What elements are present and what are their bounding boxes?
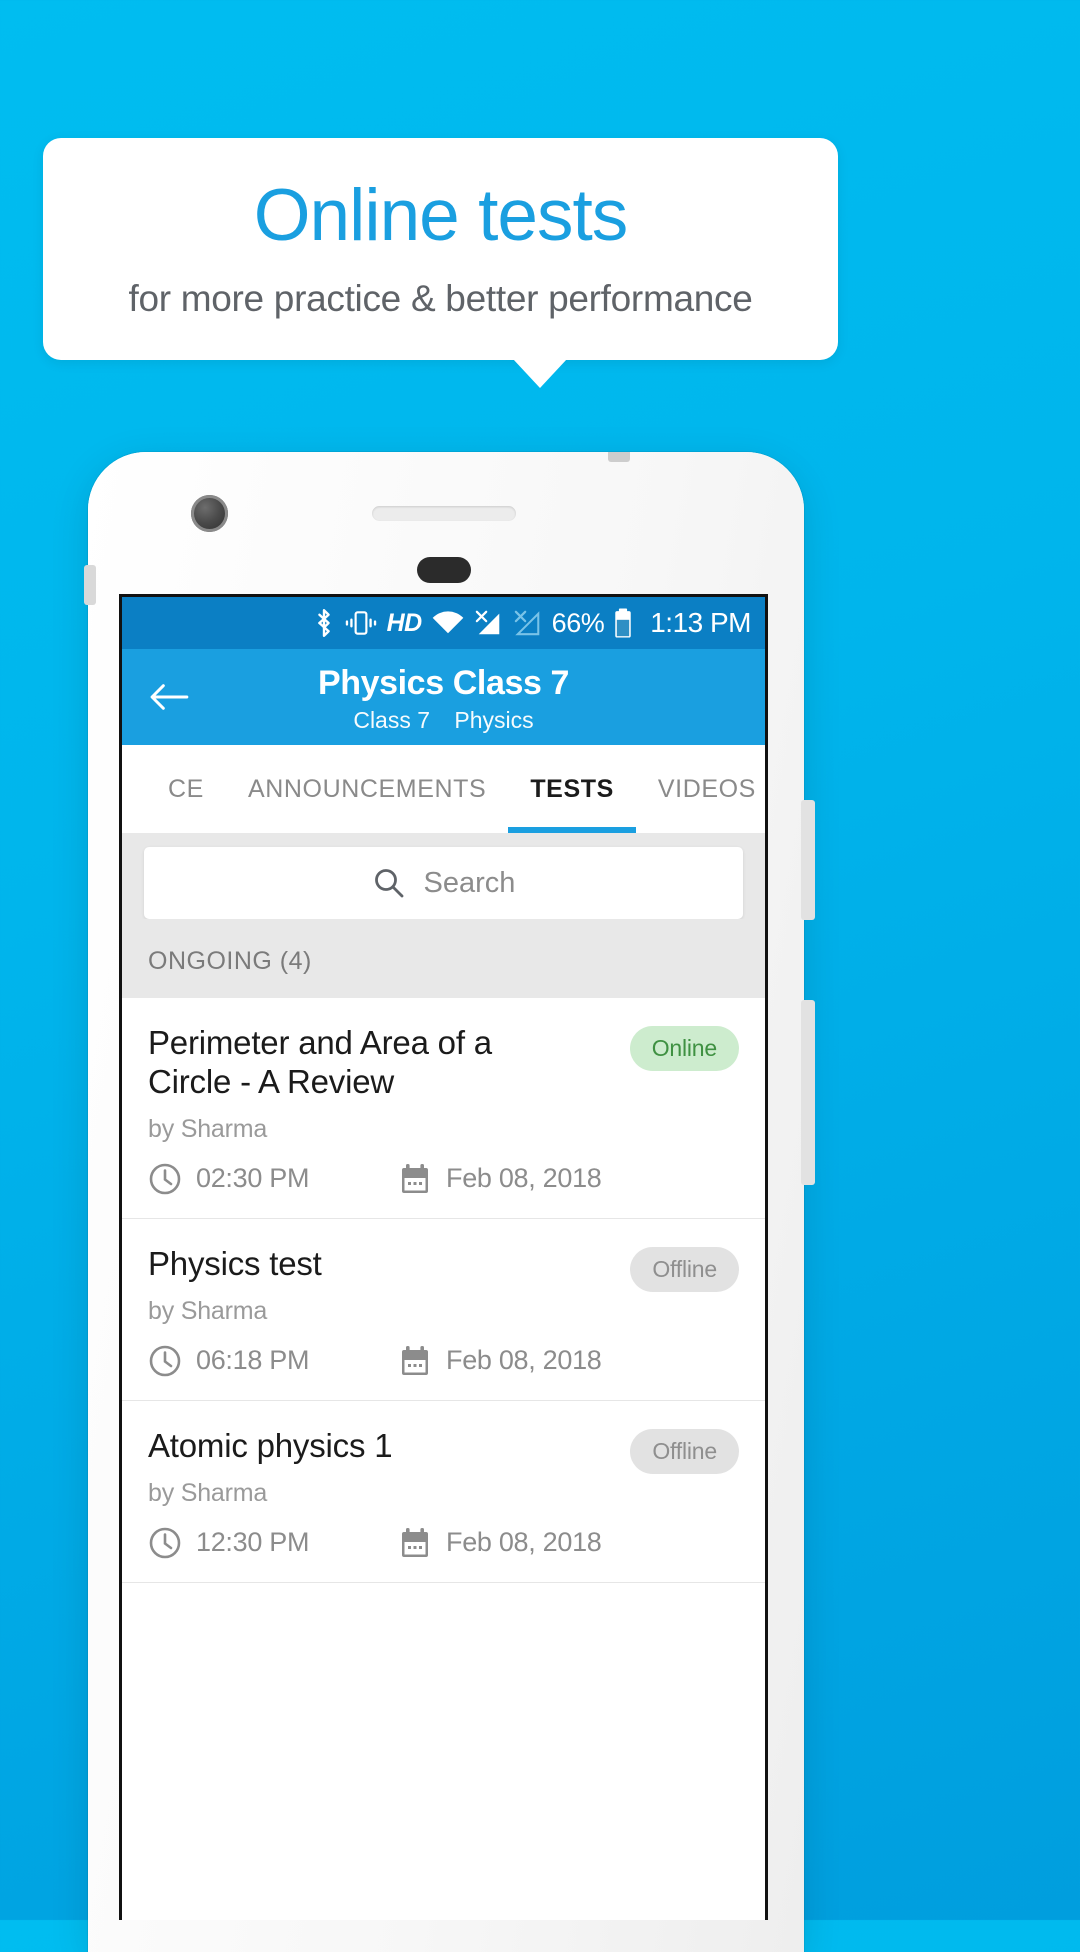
battery-icon	[613, 607, 633, 639]
tests-list: Perimeter and Area of a Circle - A Revie…	[122, 998, 765, 1583]
tab-tests[interactable]: TESTS	[508, 745, 636, 833]
test-title: Perimeter and Area of a Circle - A Revie…	[148, 1024, 492, 1100]
clock-icon	[148, 1162, 182, 1196]
promo-callout: Online tests for more practice & better …	[43, 138, 838, 360]
search-section: Search ONGOING (4)	[122, 833, 765, 998]
test-time-label: 12:30 PM	[196, 1527, 310, 1558]
breadcrumb: Class 7 Physics	[122, 707, 765, 734]
test-date: Feb 08, 2018	[398, 1344, 602, 1378]
phone-antenna-notch	[608, 452, 630, 462]
test-date: Feb 08, 2018	[398, 1526, 602, 1560]
phone-power-button[interactable]	[801, 800, 815, 920]
status-bar: HD 66% 1:13 PM	[122, 597, 765, 649]
table-row[interactable]: Perimeter and Area of a Circle - A Revie…	[122, 998, 765, 1219]
vibrate-icon	[344, 609, 378, 637]
test-author: by Sharma	[148, 1296, 268, 1325]
search-bar[interactable]: Search	[144, 847, 743, 919]
promo-callout-tail	[513, 359, 567, 388]
search-input[interactable]: Search	[424, 867, 516, 900]
test-date-label: Feb 08, 2018	[446, 1345, 602, 1376]
test-date-label: Feb 08, 2018	[446, 1163, 602, 1194]
status-badge: Offline	[630, 1246, 739, 1292]
breadcrumb-subject: Physics	[454, 707, 534, 734]
test-meta-row: 12:30 PM Feb 08, 2018	[148, 1526, 739, 1560]
page-title: Physics Class 7	[317, 663, 570, 702]
bluetooth-icon	[313, 607, 335, 639]
tab-announcements[interactable]: ANNOUNCEMENTS	[226, 745, 508, 833]
calendar-icon	[398, 1344, 432, 1378]
test-meta-row: 02:30 PM Feb 08, 2018	[148, 1162, 739, 1196]
front-camera-icon	[191, 495, 228, 532]
test-time-label: 02:30 PM	[196, 1163, 310, 1194]
wifi-icon	[431, 610, 465, 636]
table-row[interactable]: Physics test by Sharma 06:18 PM Feb 08, …	[122, 1219, 765, 1401]
phone-volume-button[interactable]	[801, 1000, 815, 1185]
promo-title: Online tests	[253, 174, 628, 256]
calendar-icon	[398, 1526, 432, 1560]
tab-ce[interactable]: CE	[146, 745, 226, 833]
phone-screen: HD 66% 1:13 PM Physics Class 7 Class 7 P…	[119, 594, 768, 1920]
test-time: 02:30 PM	[148, 1162, 398, 1196]
breadcrumb-class: Class 7	[353, 707, 431, 734]
clock-icon	[148, 1526, 182, 1560]
app-bar: Physics Class 7 Class 7 Physics	[122, 649, 765, 745]
tab-bar: CE ANNOUNCEMENTS TESTS VIDEOS	[122, 745, 765, 833]
phone-left-button[interactable]	[84, 565, 96, 605]
clock-label: 1:13 PM	[650, 607, 751, 638]
test-time-label: 06:18 PM	[196, 1345, 310, 1376]
test-author: by Sharma	[148, 1478, 268, 1507]
proximity-sensor	[417, 557, 471, 583]
test-date: Feb 08, 2018	[398, 1162, 602, 1196]
test-title: Physics test	[148, 1244, 322, 1282]
test-meta-row: 06:18 PM Feb 08, 2018	[148, 1344, 739, 1378]
test-title: Atomic physics 1	[148, 1426, 393, 1464]
table-row[interactable]: Atomic physics 1 by Sharma 12:30 PM Feb …	[122, 1401, 765, 1583]
tab-videos[interactable]: VIDEOS	[636, 745, 765, 833]
promo-subtitle: for more practice & better performance	[128, 277, 753, 319]
calendar-icon	[398, 1162, 432, 1196]
signal-2-no-sim-icon	[513, 609, 543, 637]
section-header-ongoing: ONGOING (4)	[122, 919, 765, 998]
test-time: 06:18 PM	[148, 1344, 398, 1378]
search-icon	[372, 866, 406, 900]
test-date-label: Feb 08, 2018	[446, 1527, 602, 1558]
signal-1-no-sim-icon	[474, 609, 504, 637]
status-badge: Offline	[630, 1428, 739, 1474]
battery-percent-label: 66%	[551, 607, 605, 638]
hd-icon: HD	[386, 608, 423, 637]
status-badge: Online	[629, 1026, 739, 1071]
test-author: by Sharma	[148, 1114, 268, 1143]
app-bar-titles: Physics Class 7 Class 7 Physics	[122, 660, 765, 734]
test-time: 12:30 PM	[148, 1526, 398, 1560]
clock-icon	[148, 1344, 182, 1378]
earpiece-speaker	[372, 506, 516, 521]
